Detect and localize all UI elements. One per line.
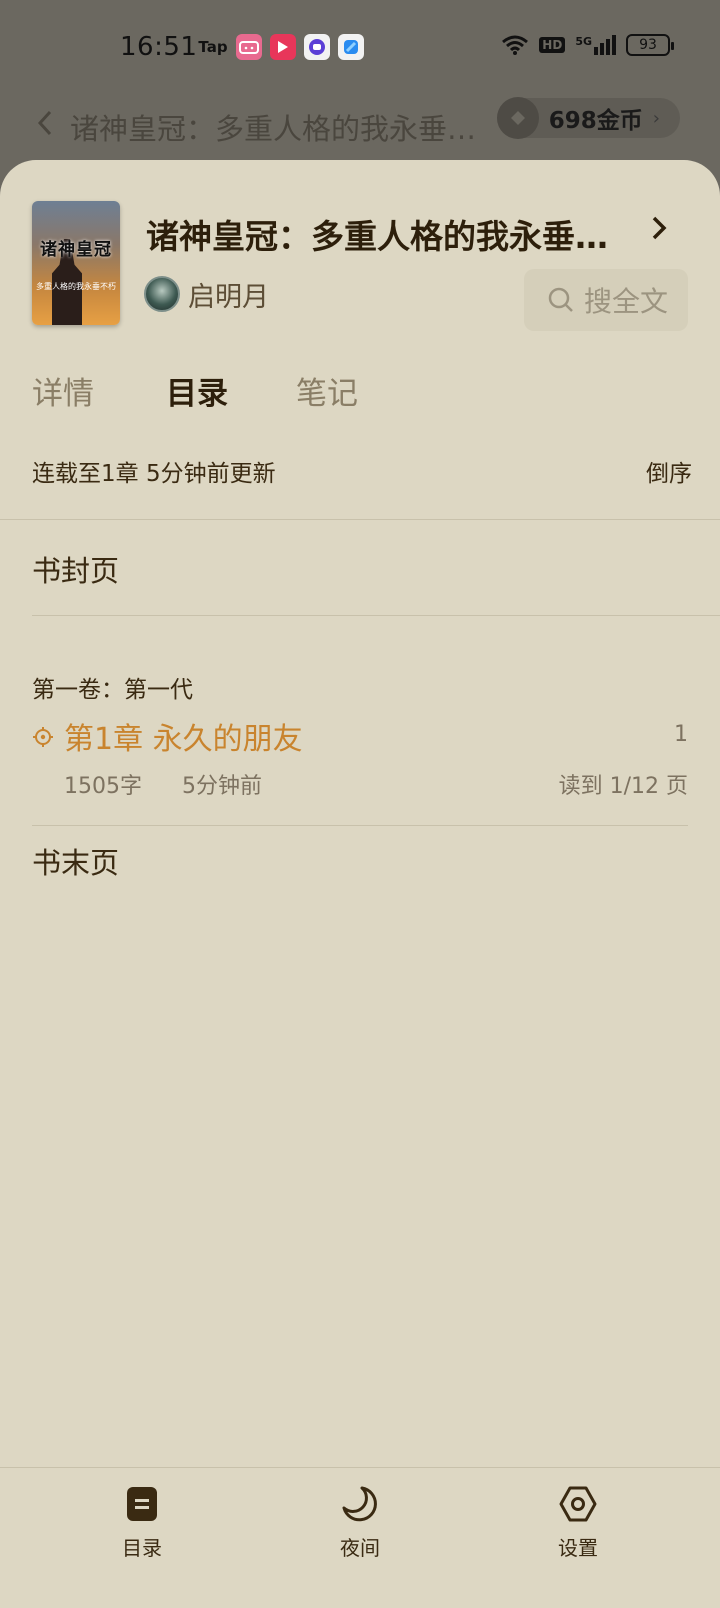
status-time: 16:51 bbox=[120, 32, 198, 62]
tap-app-icon: Tap bbox=[198, 38, 228, 56]
chevron-right-icon: › bbox=[652, 107, 660, 129]
nav-settings-label: 设置 bbox=[558, 1536, 598, 1560]
coin-balance-button[interactable]: 698金币 › bbox=[496, 97, 680, 139]
update-status: 连载至1章 5分钟前更新 bbox=[32, 461, 276, 487]
blue-app-icon bbox=[338, 34, 364, 60]
author-avatar[interactable] bbox=[144, 276, 180, 312]
nav-night-mode[interactable]: 夜间 bbox=[290, 1484, 430, 1584]
catalog-summary: 连载至1章 5分钟前更新 倒序 bbox=[0, 446, 720, 520]
nav-catalog-label: 目录 bbox=[122, 1536, 162, 1560]
bottom-nav: 目录 夜间 设置 bbox=[0, 1467, 720, 1608]
search-label: 搜全文 bbox=[584, 285, 669, 318]
chapter-word-count: 1505字 bbox=[64, 774, 142, 799]
full-text-search-button[interactable]: 搜全文 bbox=[524, 269, 688, 331]
catalog-sheet: 诸神皇冠 多重人格的我永垂不朽 诸神皇冠：多重人格的我永垂… 启明月 搜全文 详… bbox=[0, 160, 720, 1608]
tab-notes[interactable]: 笔记 bbox=[296, 368, 358, 413]
chapter-title: 第1章 永久的朋友 bbox=[64, 722, 303, 757]
wifi-icon bbox=[502, 35, 529, 55]
cover-subtitle: 多重人格的我永垂不朽 bbox=[36, 282, 116, 291]
battery-icon: 93 bbox=[626, 34, 674, 56]
nav-night-label: 夜间 bbox=[340, 1536, 380, 1560]
reading-progress: 读到 1/12 页 bbox=[558, 774, 688, 799]
hd-icon: HD bbox=[539, 37, 566, 53]
tab-details[interactable]: 详情 bbox=[32, 368, 94, 413]
nav-catalog[interactable]: 目录 bbox=[72, 1484, 212, 1584]
catalog-icon bbox=[127, 1487, 157, 1521]
video-app-icon bbox=[270, 34, 296, 60]
bilibili-app-icon bbox=[236, 34, 262, 60]
reader-header: 诸神皇冠：多重人格的我永垂… 698金币 › bbox=[0, 96, 720, 160]
moon-icon bbox=[342, 1486, 377, 1522]
cover-page-label: 书封页 bbox=[32, 554, 120, 588]
nav-settings[interactable]: 设置 bbox=[508, 1484, 648, 1584]
settings-icon bbox=[559, 1486, 597, 1522]
network-type: 5G bbox=[575, 35, 592, 48]
book-info: 诸神皇冠 多重人格的我永垂不朽 诸神皇冠：多重人格的我永垂… 启明月 搜全文 bbox=[0, 160, 720, 340]
list-item-cover-page[interactable]: 书封页 bbox=[32, 520, 720, 616]
status-bar: 16:51 Tap HD 5G 93 bbox=[0, 0, 720, 96]
coin-balance: 698金币 bbox=[548, 108, 643, 134]
tab-catalog[interactable]: 目录 bbox=[166, 368, 228, 413]
reader-title: 诸神皇冠：多重人格的我永垂… bbox=[70, 112, 477, 146]
volume-heading: 第一卷：第一代 bbox=[32, 677, 193, 703]
list-item-end-page[interactable]: 书末页 bbox=[32, 840, 119, 882]
chevron-right-icon[interactable] bbox=[650, 212, 668, 250]
sheet-tabs: 详情 目录 笔记 bbox=[0, 368, 720, 428]
chapter-index: 1 bbox=[674, 722, 688, 747]
system-icons: HD 5G 93 bbox=[501, 34, 674, 56]
book-cover[interactable]: 诸神皇冠 多重人格的我永垂不朽 bbox=[32, 201, 120, 325]
current-position-icon bbox=[33, 727, 53, 747]
author-name[interactable]: 启明月 bbox=[188, 275, 269, 314]
coin-icon bbox=[496, 97, 539, 139]
notification-icons: Tap bbox=[198, 34, 364, 60]
chapter-row[interactable]: 第1章 永久的朋友 1 1505字 5分钟前 读到 1/12 页 bbox=[32, 708, 688, 826]
chapter-update-time: 5分钟前 bbox=[182, 774, 262, 799]
message-app-icon bbox=[304, 34, 330, 60]
search-icon bbox=[548, 287, 573, 312]
sort-toggle[interactable]: 倒序 bbox=[646, 454, 692, 488]
book-title[interactable]: 诸神皇冠：多重人格的我永垂… bbox=[146, 210, 608, 258]
back-icon[interactable] bbox=[34, 108, 54, 146]
signal-icon: 5G bbox=[575, 35, 616, 55]
cover-title: 诸神皇冠 bbox=[40, 240, 112, 260]
